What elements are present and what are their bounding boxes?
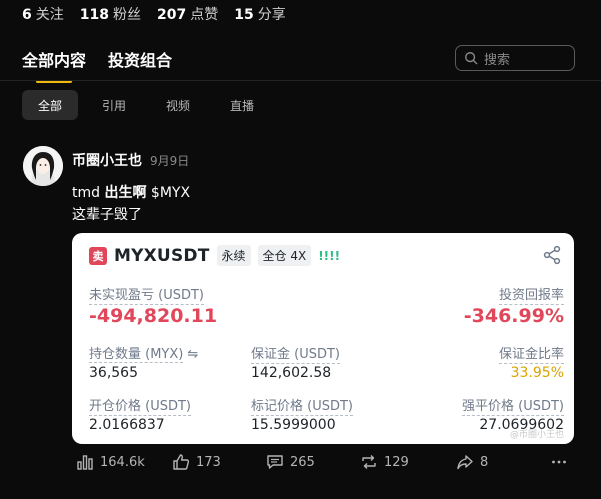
- mark-price-value: 15.5999000: [251, 417, 336, 433]
- shares-count: 8: [480, 454, 489, 470]
- share-icon[interactable]: [542, 245, 562, 265]
- liquidation-price-label: 强平价格 (USDT): [462, 395, 564, 416]
- sell-badge: 卖: [89, 246, 107, 265]
- stat-count: 118: [79, 7, 109, 23]
- swap-icon[interactable]: ⇋: [187, 347, 198, 362]
- search-placeholder: 搜索: [484, 52, 511, 68]
- stat-label: 关注: [35, 7, 64, 23]
- comment-button[interactable]: 265: [266, 453, 315, 471]
- post-date: 9月9日: [150, 154, 190, 168]
- margin-value: 142,602.58: [251, 365, 332, 381]
- repost-button[interactable]: 129: [360, 453, 409, 471]
- post-author: 币圈小王也 9月9日: [72, 150, 189, 170]
- stat-label: 粉丝: [112, 7, 141, 23]
- tag-margin-leverage: 全仓 4X: [257, 245, 312, 266]
- avatar[interactable]: [23, 146, 63, 186]
- divider: [0, 80, 601, 81]
- margin-ratio-value: 33.95%: [510, 365, 564, 381]
- bar-chart-icon: [77, 455, 93, 470]
- subtab-quotes[interactable]: 引用: [86, 90, 142, 120]
- stat-count: 207: [156, 7, 187, 23]
- profile-stats: 6 关注 118 粉丝 207 点赞 15 分享: [22, 4, 286, 24]
- main-tabs: 全部内容 投资组合: [22, 47, 172, 83]
- tab-all-content[interactable]: 全部内容: [22, 47, 86, 83]
- cashtag-link[interactable]: $MYX: [146, 185, 190, 201]
- comment-icon: [267, 455, 283, 469]
- stat-label: 分享: [257, 7, 286, 23]
- more-icon: [552, 460, 566, 464]
- tab-portfolio[interactable]: 投资组合: [108, 47, 172, 83]
- entry-price-value: 2.0166837: [89, 417, 165, 433]
- search-input[interactable]: 搜索: [455, 45, 575, 71]
- watermark: @币圈小王也: [509, 430, 564, 440]
- stat-following[interactable]: 6 关注: [22, 4, 64, 24]
- stat-likes: 207 点赞: [157, 4, 218, 24]
- symbol: MYXUSDT: [114, 245, 210, 266]
- views-count: 164.6k: [100, 454, 145, 470]
- position-size-value: 36,565: [89, 365, 138, 381]
- likes-count: 173: [196, 454, 221, 470]
- position-size-label-text: 持仓数量 (MYX): [89, 347, 184, 363]
- like-button[interactable]: 173: [172, 453, 221, 471]
- stat-shares: 15 分享: [234, 4, 285, 24]
- entry-price-label: 开仓价格 (USDT): [89, 395, 191, 416]
- avatar-image: [23, 146, 63, 186]
- comments-count: 265: [290, 454, 315, 470]
- more-button[interactable]: [550, 453, 568, 471]
- margin-label: 保证金 (USDT): [251, 343, 340, 364]
- stat-label: 点赞: [190, 7, 219, 23]
- share-arrow-icon: [457, 455, 473, 470]
- subtab-videos[interactable]: 视频: [150, 90, 206, 120]
- post-line-1: tmd 出生啊 $MYX: [72, 182, 190, 204]
- subtab-live[interactable]: 直播: [214, 90, 270, 120]
- margin-ratio-label: 保证金比率: [498, 343, 564, 364]
- tag-perpetual: 永续: [216, 245, 251, 266]
- stat-followers[interactable]: 118 粉丝: [80, 4, 141, 24]
- stat-count: 6: [22, 7, 32, 23]
- repost-icon: [362, 455, 376, 469]
- thumbs-up-icon: [173, 454, 190, 470]
- stat-count: 15: [234, 7, 254, 23]
- mark-price-label: 标记价格 (USDT): [251, 395, 353, 416]
- subtab-all[interactable]: 全部: [22, 90, 79, 120]
- views-button[interactable]: 164.6k: [76, 453, 145, 471]
- roi-value: -346.99%: [463, 305, 564, 327]
- author-name[interactable]: 币圈小王也: [72, 150, 142, 170]
- sub-tabs: 全部 引用 视频 直播: [22, 90, 270, 120]
- position-card[interactable]: 卖 MYXUSDT 永续 全仓 4X !!!! 未实现盈亏 (USDT) -49…: [72, 233, 574, 444]
- roi-label: 投资回报率: [498, 284, 564, 305]
- post-line-2: 这辈子毁了: [72, 207, 142, 223]
- search-icon: [465, 52, 478, 65]
- post-text-segment: tmd: [72, 185, 105, 201]
- post-text-emphasis: 出生啊: [104, 185, 147, 201]
- card-header: 卖 MYXUSDT 永续 全仓 4X !!!!: [89, 245, 340, 266]
- position-size-label: 持仓数量 (MYX) ⇋: [89, 343, 198, 363]
- share-button[interactable]: 8: [456, 453, 488, 471]
- unrealized-pnl-value: -494,820.11: [89, 305, 218, 327]
- reposts-count: 129: [384, 454, 409, 470]
- adl-indicator: !!!!: [318, 248, 341, 263]
- post-body: tmd 出生啊 $MYX 这辈子毁了: [72, 182, 190, 226]
- unrealized-pnl-label: 未实现盈亏 (USDT): [89, 284, 204, 305]
